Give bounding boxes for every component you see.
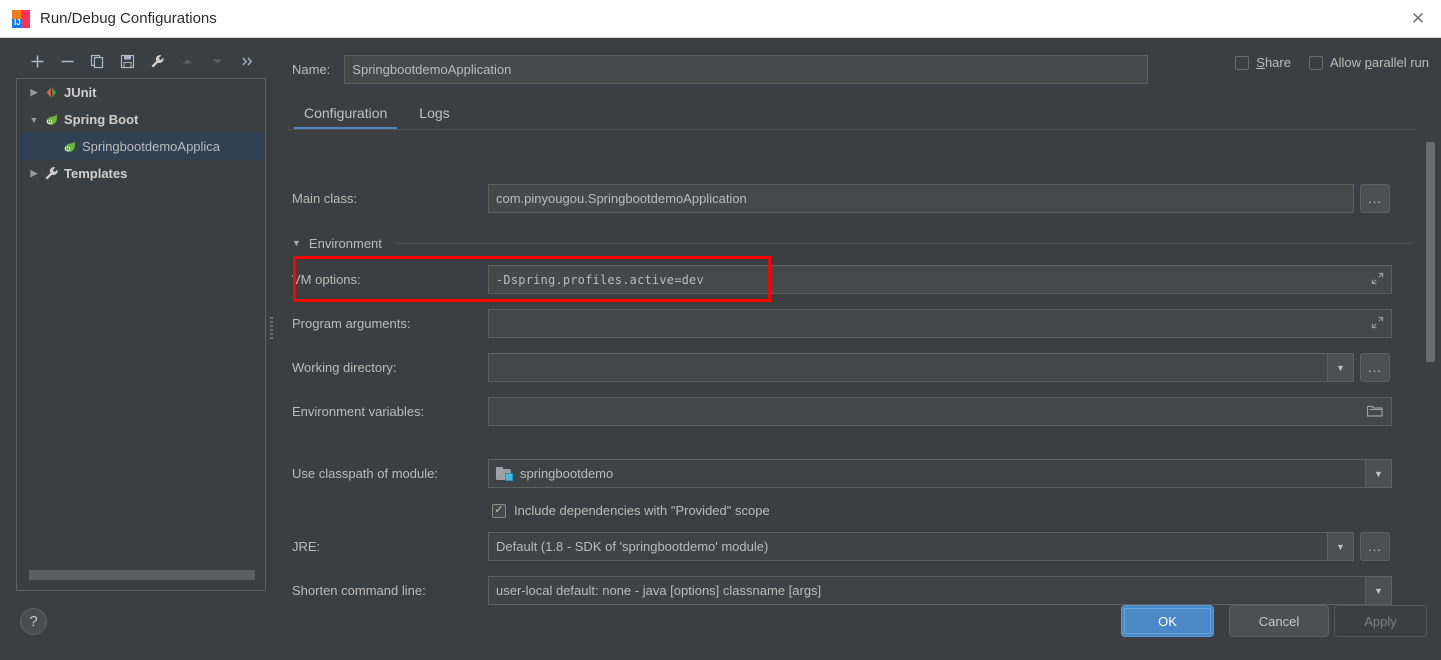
configuration-form: Main class: com.pinyougou.Springbootdemo… <box>288 134 1428 634</box>
shorten-command-line-value: user-local default: none - java [options… <box>496 583 821 598</box>
close-icon[interactable]: ✕ <box>1395 0 1441 37</box>
chevron-down-icon[interactable]: ▼ <box>1327 533 1353 560</box>
dialog-body: ▶ JUnit ▼ Spring <box>0 38 1441 660</box>
tree-item-label: Templates <box>64 166 127 181</box>
ok-button[interactable]: OK <box>1121 605 1214 637</box>
use-classpath-value: springbootdemo <box>520 466 613 481</box>
module-icon <box>496 467 513 481</box>
tree-item-spring-boot[interactable]: ▼ Spring Boot <box>17 106 265 133</box>
jre-value: Default (1.8 - SDK of 'springbootdemo' m… <box>496 539 768 554</box>
use-classpath-label: Use classpath of module: <box>288 466 488 481</box>
chevron-down-icon[interactable]: ▼ <box>27 115 41 125</box>
jre-row: JRE: Default (1.8 - SDK of 'springbootde… <box>288 532 1408 561</box>
save-configuration-button[interactable] <box>112 48 142 74</box>
working-directory-row: Working directory: ▼ ... <box>288 353 1408 382</box>
include-dependencies-label: Include dependencies with "Provided" sco… <box>514 503 770 518</box>
program-arguments-row: Program arguments: <box>288 309 1408 338</box>
config-options: Share Allow parallel run <box>1235 55 1429 70</box>
more-options-button[interactable] <box>232 48 262 74</box>
include-dependencies-checkbox[interactable] <box>492 504 506 518</box>
configurations-tree[interactable]: ▶ JUnit ▼ Spring <box>16 78 266 591</box>
window-title: Run/Debug Configurations <box>40 10 217 27</box>
allow-parallel-run-checkbox-row[interactable]: Allow parallel run <box>1309 55 1429 70</box>
use-classpath-select[interactable]: springbootdemo ▼ <box>488 459 1392 488</box>
chevron-down-icon[interactable]: ▼ <box>292 238 301 248</box>
jre-browse-button[interactable]: ... <box>1360 532 1390 561</box>
configurations-panel: ▶ JUnit ▼ Spring <box>8 46 266 611</box>
copy-configuration-button[interactable] <box>82 48 112 74</box>
spring-boot-icon <box>59 139 79 155</box>
tab-configuration[interactable]: Configuration <box>288 105 403 130</box>
name-label: Name: <box>292 62 330 77</box>
configuration-editor-panel: Name: SpringbootdemoApplication Share Al… <box>278 38 1441 660</box>
edit-templates-button[interactable] <box>142 48 172 74</box>
working-directory-label: Working directory: <box>288 360 488 375</box>
main-class-browse-button[interactable]: ... <box>1360 184 1390 213</box>
tree-item-springbootdemoapplication[interactable]: SpringbootdemoApplica <box>17 133 265 160</box>
help-button[interactable]: ? <box>20 608 47 635</box>
program-arguments-label: Program arguments: <box>288 316 488 331</box>
main-class-input[interactable]: com.pinyougou.SpringbootdemoApplication <box>488 184 1354 213</box>
move-down-button[interactable] <box>202 48 232 74</box>
environment-variables-input[interactable] <box>488 397 1392 426</box>
chevron-right-icon[interactable]: ▶ <box>27 168 41 179</box>
include-dependencies-row[interactable]: Include dependencies with "Provided" sco… <box>492 503 770 518</box>
working-directory-browse-button[interactable]: ... <box>1360 353 1390 382</box>
window-titlebar: IJ Run/Debug Configurations ✕ <box>0 0 1441 38</box>
spring-boot-icon <box>41 112 61 128</box>
jre-label: JRE: <box>288 539 488 554</box>
tree-item-label: SpringbootdemoApplica <box>82 139 220 154</box>
intellij-idea-icon: IJ <box>12 10 30 28</box>
ok-button-label: OK <box>1122 606 1213 636</box>
working-directory-input[interactable]: ▼ <box>488 353 1354 382</box>
vm-options-input[interactable]: -Dspring.profiles.active=dev <box>488 265 1392 294</box>
tab-logs[interactable]: Logs <box>403 105 465 130</box>
chevron-down-icon[interactable]: ▼ <box>1365 460 1391 487</box>
cancel-button[interactable]: Cancel <box>1229 605 1329 637</box>
form-scrollbar-thumb[interactable] <box>1426 142 1435 362</box>
jre-select[interactable]: Default (1.8 - SDK of 'springbootdemo' m… <box>488 532 1354 561</box>
tree-item-junit[interactable]: ▶ JUnit <box>17 79 265 106</box>
vm-options-value: -Dspring.profiles.active=dev <box>496 273 704 287</box>
chevron-right-icon[interactable]: ▶ <box>27 87 41 98</box>
move-up-button[interactable] <box>172 48 202 74</box>
environment-variables-row: Environment variables: <box>288 397 1408 426</box>
dialog-footer: ? OK Cancel Apply <box>0 598 1441 660</box>
tree-item-label: Spring Boot <box>64 112 138 127</box>
tree-toolbar <box>8 46 266 76</box>
name-input[interactable]: SpringbootdemoApplication <box>344 55 1148 84</box>
add-configuration-button[interactable] <box>22 48 52 74</box>
junit-icon <box>41 85 61 100</box>
expand-editor-icon[interactable] <box>1371 316 1384 332</box>
shorten-command-line-label: Shorten command line: <box>288 583 488 598</box>
tree-item-label: JUnit <box>64 85 97 100</box>
tree-horizontal-scrollbar[interactable] <box>29 570 255 580</box>
main-class-label: Main class: <box>288 191 488 206</box>
vm-options-row: VM options: -Dspring.profiles.active=dev <box>288 265 1408 294</box>
allow-parallel-run-checkbox[interactable] <box>1309 56 1323 70</box>
environment-section-header[interactable]: ▼ Environment <box>292 234 1412 252</box>
editor-tabs: Configuration Logs <box>288 94 1428 130</box>
share-checkbox-row[interactable]: Share <box>1235 55 1291 70</box>
use-classpath-row: Use classpath of module: springbootdemo … <box>288 459 1408 488</box>
panel-splitter-handle[interactable] <box>268 313 274 343</box>
folder-icon[interactable] <box>1367 404 1383 420</box>
environment-variables-label: Environment variables: <box>288 404 488 419</box>
share-label: Share <box>1256 55 1291 70</box>
tree-item-templates[interactable]: ▶ Templates <box>17 160 265 187</box>
tabs-separator <box>288 129 1416 130</box>
environment-section-label: Environment <box>309 236 382 251</box>
remove-configuration-button[interactable] <box>52 48 82 74</box>
main-class-row: Main class: com.pinyougou.Springbootdemo… <box>288 184 1408 213</box>
share-checkbox[interactable] <box>1235 56 1249 70</box>
program-arguments-input[interactable] <box>488 309 1392 338</box>
section-divider <box>396 243 1412 244</box>
vm-options-label: VM options: <box>288 272 488 287</box>
chevron-down-icon[interactable]: ▼ <box>1327 354 1353 381</box>
allow-parallel-run-label: Allow parallel run <box>1330 55 1429 70</box>
apply-button: Apply <box>1334 605 1427 637</box>
wrench-icon <box>41 166 61 181</box>
expand-editor-icon[interactable] <box>1371 272 1384 288</box>
